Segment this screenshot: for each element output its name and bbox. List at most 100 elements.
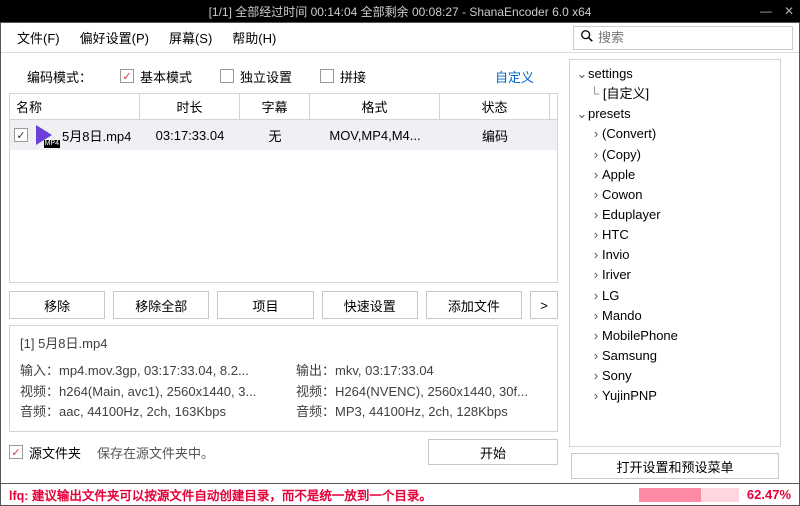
preset-item[interactable]: ›Mando — [576, 306, 774, 326]
mode-basic-check[interactable]: ✓ 基本模式 — [120, 67, 192, 86]
quickset-button[interactable]: 快速设置 — [322, 291, 418, 319]
checkbox-icon — [320, 69, 334, 83]
caret-right-icon: › — [590, 245, 602, 265]
open-presets-button[interactable]: 打开设置和预设菜单 — [571, 453, 779, 479]
preset-tree[interactable]: ⌄settings └ [自定义] ⌄presets ›(Convert)›(C… — [569, 59, 781, 447]
th-subtitle[interactable]: 字幕 — [240, 94, 310, 119]
title-text: [1/1] 全部经过时间 00:14:04 全部剩余 00:08:27 - Sh… — [0, 3, 800, 20]
preset-item[interactable]: ›Samsung — [576, 346, 774, 366]
in-fmt: mp4.mov.3gp, 03:17:33.04, 8.2... — [59, 363, 249, 378]
row-status: 编码 — [440, 120, 550, 150]
mode-basic-label: 基本模式 — [140, 67, 192, 86]
menubar: 文件(F) 偏好设置(P) 屏幕(S) 帮助(H) — [1, 23, 799, 53]
out-vid: H264(NVENC), 2560x1440, 30f... — [335, 384, 528, 399]
preset-item[interactable]: ›Invio — [576, 245, 774, 265]
check-icon: ✓ — [9, 445, 23, 459]
tree-custom[interactable]: └ [自定义] — [576, 84, 774, 104]
mode-concat-label: 拼接 — [340, 67, 366, 86]
in-vid-l: 视频： — [20, 384, 59, 399]
mode-indep-label: 独立设置 — [240, 67, 292, 86]
close-icon[interactable]: ✕ — [784, 4, 794, 18]
video-file-icon: MP4 — [32, 124, 58, 146]
search-icon — [580, 29, 594, 46]
th-format[interactable]: 格式 — [310, 94, 440, 119]
th-duration[interactable]: 时长 — [140, 94, 240, 119]
preset-item[interactable]: ›YujinPNP — [576, 386, 774, 406]
caret-right-icon: › — [590, 124, 602, 144]
row-duration: 03:17:33.04 — [140, 120, 240, 150]
preset-item[interactable]: ›Eduplayer — [576, 205, 774, 225]
progress-fill — [639, 488, 701, 502]
info-title: [1] 5月8日.mp4 — [20, 334, 547, 355]
caret-right-icon: › — [590, 306, 602, 326]
titlebar: [1/1] 全部经过时间 00:14:04 全部剩余 00:08:27 - Sh… — [0, 0, 800, 22]
progress-percent: 62.47% — [747, 487, 791, 502]
caret-right-icon: › — [590, 145, 602, 165]
caret-down-icon: ⌄ — [576, 104, 588, 124]
preset-item[interactable]: ›Iriver — [576, 265, 774, 285]
table-row[interactable]: ✓ MP4 5月8日.mp4 03:17:33.04 无 MOV,MP4,M4.… — [10, 120, 557, 150]
row-name: 5月8日.mp4 — [62, 126, 131, 145]
row-check-icon[interactable]: ✓ — [14, 128, 28, 142]
preset-item[interactable]: ›(Convert) — [576, 124, 774, 144]
src-folder-check[interactable]: ✓ 源文件夹 — [9, 443, 81, 462]
preset-item[interactable]: ›Cowon — [576, 185, 774, 205]
menu-pref[interactable]: 偏好设置(P) — [70, 24, 159, 51]
check-icon: ✓ — [120, 69, 134, 83]
tree-settings[interactable]: ⌄settings — [576, 64, 774, 84]
in-label: 输入： — [20, 363, 59, 378]
out-aud: MP3, 44100Hz, 2ch, 128Kbps — [335, 404, 508, 419]
remove-all-button[interactable]: 移除全部 — [113, 291, 209, 319]
caret-right-icon: › — [590, 386, 602, 406]
caret-right-icon: › — [590, 366, 602, 386]
info-panel: [1] 5月8日.mp4 输入：mp4.mov.3gp, 03:17:33.04… — [9, 325, 558, 432]
row-subtitle: 无 — [240, 120, 310, 150]
checkbox-icon — [220, 69, 234, 83]
in-aud: aac, 44100Hz, 2ch, 163Kbps — [59, 404, 226, 419]
project-button[interactable]: 项目 — [217, 291, 313, 319]
in-vid: h264(Main, avc1), 2560x1440, 3... — [59, 384, 256, 399]
customize-link[interactable]: 自定义 — [495, 67, 558, 86]
out-aud-l: 音频： — [296, 404, 335, 419]
caret-right-icon: › — [590, 326, 602, 346]
mode-label: 编码模式： — [27, 67, 92, 86]
caret-right-icon: › — [590, 286, 602, 306]
preset-item[interactable]: ›Apple — [576, 165, 774, 185]
caret-right-icon: › — [590, 185, 602, 205]
row-format: MOV,MP4,M4... — [310, 120, 440, 150]
preset-item[interactable]: ›LG — [576, 286, 774, 306]
mode-independent-check[interactable]: 独立设置 — [220, 67, 292, 86]
arrow-button[interactable]: > — [530, 291, 558, 319]
src-folder-label: 源文件夹 — [29, 443, 81, 462]
preset-item[interactable]: ›Sony — [576, 366, 774, 386]
th-name[interactable]: 名称 — [10, 94, 140, 119]
out-vid-l: 视频： — [296, 384, 335, 399]
remove-button[interactable]: 移除 — [9, 291, 105, 319]
caret-down-icon: ⌄ — [576, 64, 588, 84]
in-aud-l: 音频： — [20, 404, 59, 419]
search-box[interactable] — [573, 26, 793, 50]
tree-presets[interactable]: ⌄presets — [576, 104, 774, 124]
mode-concat-check[interactable]: 拼接 — [320, 67, 366, 86]
preset-item[interactable]: ›MobilePhone — [576, 326, 774, 346]
mode-row: 编码模式： ✓ 基本模式 独立设置 拼接 自定义 — [9, 59, 558, 93]
out-fmt: mkv, 03:17:33.04 — [335, 363, 434, 378]
caret-right-icon: › — [590, 265, 602, 285]
caret-right-icon: › — [590, 205, 602, 225]
statusbar: lfq: 建议输出文件夹可以按源文件自动创建目录，而不是统一放到一个目录。 62… — [0, 484, 800, 506]
preset-item[interactable]: ›HTC — [576, 225, 774, 245]
search-input[interactable] — [598, 30, 768, 45]
menu-screen[interactable]: 屏幕(S) — [159, 24, 222, 51]
caret-right-icon: › — [590, 165, 602, 185]
addfile-button[interactable]: 添加文件 — [426, 291, 522, 319]
preset-item[interactable]: ›(Copy) — [576, 145, 774, 165]
menu-file[interactable]: 文件(F) — [7, 24, 70, 51]
save-path-text: 保存在源文件夹中。 — [97, 443, 214, 462]
menu-help[interactable]: 帮助(H) — [222, 24, 286, 51]
th-status[interactable]: 状态 — [440, 94, 550, 119]
file-table: 名称 时长 字幕 格式 状态 ✓ MP4 5月8日.mp4 — [9, 93, 558, 283]
start-button[interactable]: 开始 — [428, 439, 558, 465]
caret-right-icon: › — [590, 346, 602, 366]
caret-right-icon: › — [590, 225, 602, 245]
minimize-icon[interactable]: — — [760, 4, 772, 18]
